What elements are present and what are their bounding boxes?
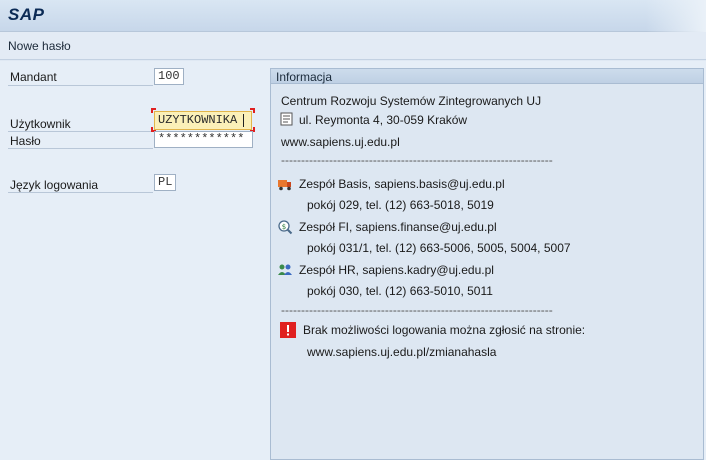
team-hr-details: pokój 030, tel. (12) 663-5010, 5011	[307, 284, 493, 298]
org-name: Centrum Rozwoju Systemów Zintegrowanych …	[281, 94, 542, 108]
info-header: Informacja	[271, 69, 703, 84]
svg-text:$: $	[282, 223, 286, 231]
info-panel: Informacja Centrum Rozwoju Systemów Zint…	[270, 68, 704, 460]
screen-header: Nowe hasło	[0, 32, 706, 60]
notice-text: Brak możliwości logowania można zgłosić …	[303, 323, 586, 337]
team-basis-details: pokój 029, tel. (12) 663-5018, 5019	[307, 198, 494, 212]
truck-icon	[278, 180, 291, 191]
website-link[interactable]: www.sapiens.uj.edu.pl	[281, 135, 400, 149]
client-underline	[8, 85, 153, 86]
user-label: Użytkownik	[10, 117, 71, 131]
password-label: Hasło	[10, 134, 41, 148]
user-field[interactable]: UZYTKOWNIKA	[154, 111, 252, 130]
team-fi-name: Zespół FI, sapiens.finanse@uj.edu.pl	[299, 220, 497, 234]
client-field[interactable]: 100	[154, 68, 184, 85]
focus-corner	[250, 108, 255, 113]
password-field[interactable]: ************	[154, 131, 253, 148]
client-label: Mandant	[10, 70, 57, 84]
title-bar-fade	[646, 0, 706, 32]
warning-icon	[280, 322, 296, 338]
language-underline	[8, 192, 153, 193]
notice-url[interactable]: www.sapiens.uj.edu.pl/zmianahasla	[307, 345, 496, 359]
user-underline	[8, 131, 153, 132]
team-hr-name: Zespół HR, sapiens.kadry@uj.edu.pl	[299, 263, 494, 277]
focus-corner	[151, 108, 156, 113]
password-underline	[8, 148, 153, 149]
money-search-icon: $	[278, 220, 293, 235]
text-cursor	[243, 114, 244, 127]
language-label: Język logowania	[10, 178, 99, 192]
separator: ----------------------------------------…	[281, 153, 553, 167]
language-field[interactable]: PL	[154, 174, 176, 191]
team-fi-details: pokój 031/1, tel. (12) 663-5006, 5005, 5…	[307, 241, 571, 255]
sap-logo: SAP	[8, 5, 45, 24]
address: ul. Reymonta 4, 30-059 Kraków	[299, 113, 468, 127]
title-bar: SAP	[0, 0, 706, 32]
info-title: Informacja	[276, 70, 333, 84]
people-icon	[278, 264, 292, 275]
team-basis-name: Zespół Basis, sapiens.basis@uj.edu.pl	[299, 177, 505, 191]
document-icon	[280, 112, 293, 126]
separator: ----------------------------------------…	[281, 303, 553, 317]
screen-title: Nowe hasło	[8, 39, 71, 53]
